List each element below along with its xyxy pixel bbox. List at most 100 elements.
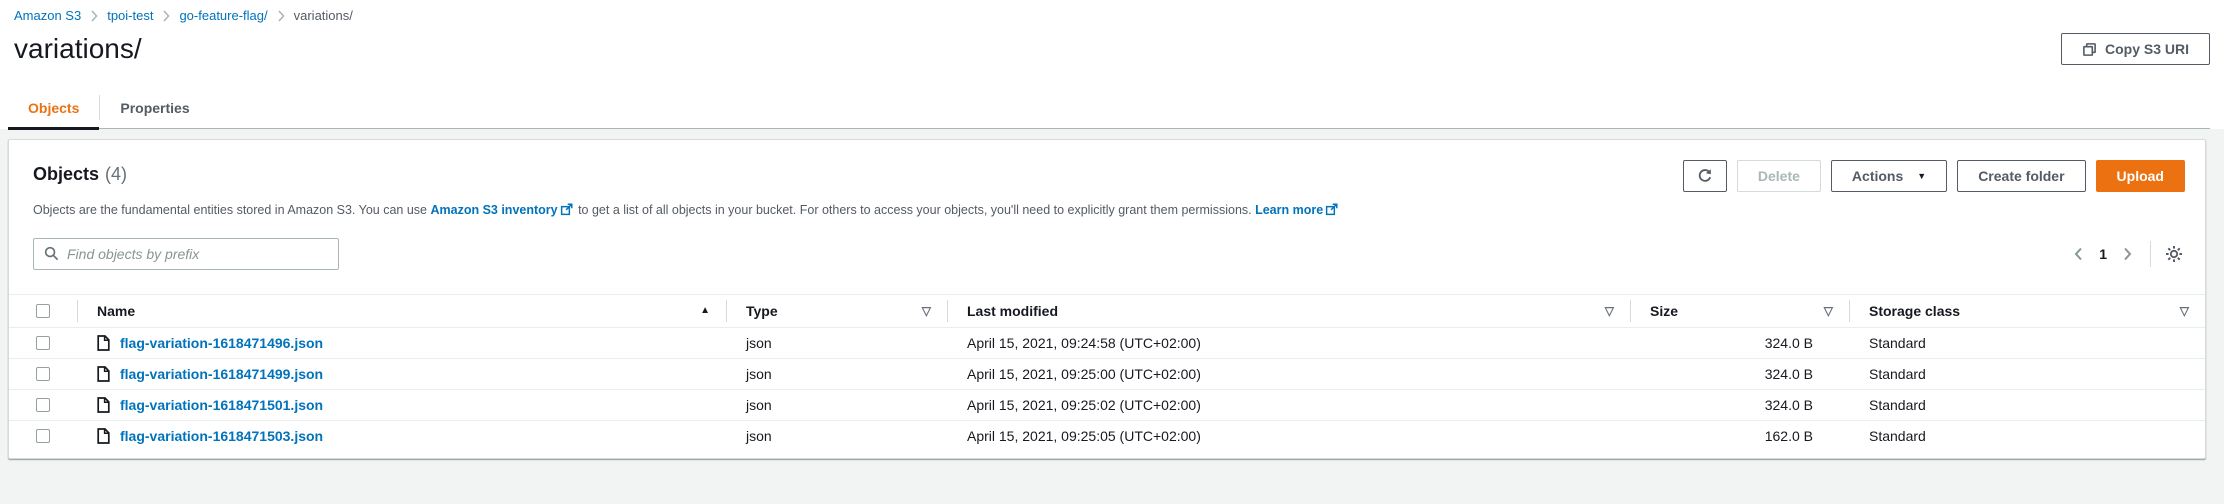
breadcrumb-link-amazon-s3[interactable]: Amazon S3 [14,8,81,23]
column-header-last-modified[interactable]: Last modified ▽ [947,295,1630,327]
sort-ascending-icon[interactable]: ▲ [700,305,710,316]
breadcrumb-current: variations/ [294,8,353,23]
search-icon [44,246,59,261]
objects-panel: Objects (4) Delete Actions ▼ Create fold… [8,139,2206,459]
column-label: Name [97,303,135,319]
panel-title-label: Objects [33,164,99,185]
last-modified-cell: April 15, 2021, 09:25:05 (UTC+02:00) [947,428,1630,444]
name-cell: flag-variation-1618471503.json [77,428,726,444]
size-cell: 324.0 B [1630,397,1849,413]
toolbar: Delete Actions ▼ Create folder Upload [1683,160,2185,192]
file-icon [97,428,110,444]
current-page-number[interactable]: 1 [2089,246,2117,262]
select-all-checkbox[interactable] [36,304,50,318]
column-label: Last modified [967,303,1058,319]
page-title: variations/ [14,33,142,65]
column-header-type[interactable]: Type ▽ [726,295,947,327]
column-label: Storage class [1869,303,1960,319]
object-name-link[interactable]: flag-variation-1618471499.json [120,366,323,382]
file-icon [97,335,110,351]
breadcrumb-link-folder[interactable]: go-feature-flag/ [179,8,267,23]
last-modified-cell: April 15, 2021, 09:25:00 (UTC+02:00) [947,366,1630,382]
delete-button[interactable]: Delete [1737,160,1821,192]
name-cell: flag-variation-1618471499.json [77,366,726,382]
size-cell: 162.0 B [1630,428,1849,444]
storage-class-cell: Standard [1849,397,2205,413]
tab-objects-label: Objects [28,100,79,116]
row-checkbox[interactable] [36,336,50,350]
tab-properties[interactable]: Properties [100,87,209,128]
pagination: 1 [2068,241,2185,267]
panel-description: Objects are the fundamental entities sto… [9,192,2205,220]
type-cell: json [726,335,947,351]
copy-s3-uri-button[interactable]: Copy S3 URI [2061,33,2210,65]
search-box [33,238,339,270]
search-input[interactable] [67,239,328,269]
column-header-name[interactable]: Name ▲ [77,295,726,327]
gear-icon [2165,245,2183,263]
object-count: (4) [105,164,127,185]
size-cell: 324.0 B [1630,366,1849,382]
object-name-link[interactable]: flag-variation-1618471501.json [120,397,323,413]
learn-more-link[interactable]: Learn more [1255,203,1323,217]
page-header: Amazon S3 tpoi-test go-feature-flag/ var… [0,0,2224,129]
storage-class-cell: Standard [1849,366,2205,382]
object-name-link[interactable]: flag-variation-1618471496.json [120,335,323,351]
copy-s3-uri-label: Copy S3 URI [2105,41,2189,57]
row-select-cell [9,429,77,443]
panel-title: Objects (4) [33,160,127,185]
storage-class-cell: Standard [1849,428,2205,444]
row-select-cell [9,367,77,381]
actions-button[interactable]: Actions ▼ [1831,160,1947,192]
inventory-link[interactable]: Amazon S3 inventory [430,203,557,217]
column-label: Type [746,303,778,319]
description-text: Objects are the fundamental entities sto… [33,203,430,217]
breadcrumb-link-bucket[interactable]: tpoi-test [107,8,153,23]
file-icon [97,366,110,382]
next-page-button[interactable] [2117,243,2138,265]
column-header-size[interactable]: Size ▽ [1630,295,1849,327]
last-modified-cell: April 15, 2021, 09:25:02 (UTC+02:00) [947,397,1630,413]
external-link-icon [560,203,573,216]
caret-down-icon: ▼ [1917,171,1926,181]
row-checkbox[interactable] [36,398,50,412]
create-folder-button[interactable]: Create folder [1957,160,2085,192]
table-body: flag-variation-1618471496.json json Apri… [9,328,2205,452]
content-area: Objects (4) Delete Actions ▼ Create fold… [0,129,2224,459]
previous-page-button[interactable] [2068,243,2089,265]
chevron-right-icon [162,10,170,22]
refresh-button[interactable] [1683,160,1727,192]
tab-objects[interactable]: Objects [8,87,99,128]
size-cell: 324.0 B [1630,335,1849,351]
controls-divider [2150,241,2151,267]
type-cell: json [726,428,947,444]
table-row: flag-variation-1618471499.json json Apri… [9,359,2205,390]
file-icon [97,397,110,413]
tab-properties-label: Properties [120,100,189,116]
refresh-icon [1697,168,1713,184]
filter-icon[interactable]: ▽ [1824,304,1833,318]
tabs: Objects Properties [8,87,2210,129]
actions-label: Actions [1852,168,1903,184]
preferences-gear-button[interactable] [2163,243,2185,265]
chevron-right-icon [90,10,98,22]
chevron-right-icon [277,10,285,22]
copy-icon [2082,42,2097,57]
row-checkbox[interactable] [36,429,50,443]
type-cell: json [726,397,947,413]
row-checkbox[interactable] [36,367,50,381]
name-cell: flag-variation-1618471496.json [77,335,726,351]
filter-icon[interactable]: ▽ [1605,304,1614,318]
upload-button[interactable]: Upload [2096,160,2185,192]
last-modified-cell: April 15, 2021, 09:24:58 (UTC+02:00) [947,335,1630,351]
filter-icon[interactable]: ▽ [922,304,931,318]
table-row: flag-variation-1618471501.json json Apri… [9,390,2205,421]
filter-icon[interactable]: ▽ [2180,304,2189,318]
table-row: flag-variation-1618471496.json json Apri… [9,328,2205,359]
row-select-cell [9,336,77,350]
object-name-link[interactable]: flag-variation-1618471503.json [120,428,323,444]
storage-class-cell: Standard [1849,335,2205,351]
table-header-row: Name ▲ Type ▽ Last modified ▽ Size ▽ Sto… [9,294,2205,328]
column-header-storage-class[interactable]: Storage class ▽ [1849,295,2205,327]
external-link-icon [1325,203,1338,216]
